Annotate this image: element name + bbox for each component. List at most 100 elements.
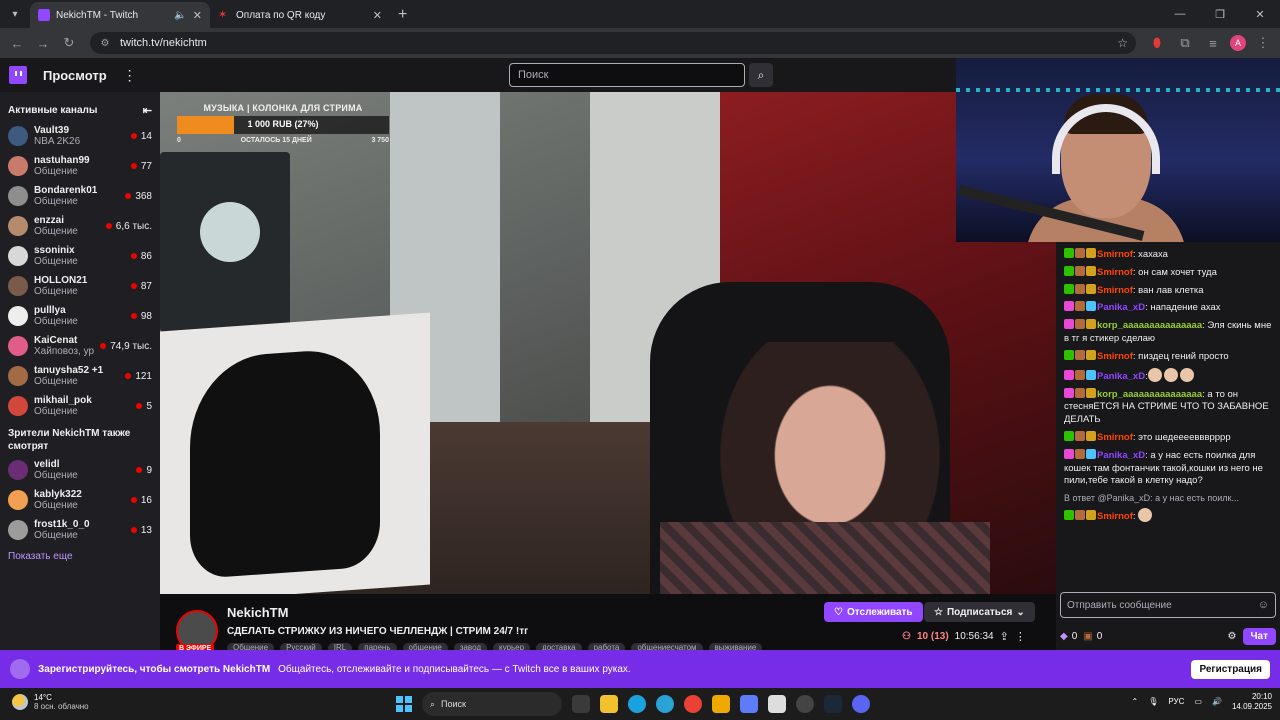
chat-input[interactable]: Отправить сообщение ☺: [1060, 592, 1276, 618]
app-icon[interactable]: [712, 695, 730, 713]
chat-message: korp_aaaaaaaaaaaaaaa: Эля скинь мне в тг…: [1064, 319, 1274, 346]
profile-avatar-icon[interactable]: A: [1230, 35, 1246, 51]
chat-username[interactable]: Smirnof: [1097, 285, 1133, 296]
new-tab-button[interactable]: +: [390, 6, 415, 28]
browser-tab-twitch[interactable]: NekichTM - Twitch 🔈 ✕: [30, 2, 210, 28]
browser-menu-icon[interactable]: ⋮: [1252, 32, 1274, 54]
browser-tab-qr[interactable]: ✶ Оплата по QR коду ✕: [210, 2, 390, 28]
address-bar[interactable]: ⚙ twitch.tv/nekichtm ☆: [90, 32, 1136, 54]
taskbar-search[interactable]: ⌕ Поиск: [422, 692, 562, 716]
follow-button[interactable]: ♡ Отслеживать: [824, 602, 923, 622]
edge-icon[interactable]: [628, 695, 646, 713]
collapse-sidebar-icon[interactable]: ⇤: [143, 104, 152, 117]
chat-username[interactable]: Smirnof: [1097, 249, 1133, 260]
chat-username[interactable]: Smirnof: [1097, 432, 1133, 443]
sidebar-channel[interactable]: mikhail_pok Общение 5: [0, 391, 160, 421]
telegram-icon[interactable]: [656, 695, 674, 713]
chat-username[interactable]: Panika_xD: [1097, 450, 1145, 461]
signup-button[interactable]: Регистрация: [1191, 659, 1270, 679]
discord-icon[interactable]: [852, 695, 870, 713]
extensions-puzzle-icon[interactable]: ⧉: [1174, 32, 1196, 54]
subscribe-button[interactable]: ☆ Подписаться ⌄: [924, 602, 1035, 622]
tray-overflow-icon[interactable]: ⌃: [1132, 697, 1139, 706]
mic-icon[interactable]: 🎙: [1148, 697, 1158, 706]
close-tab-icon[interactable]: ✕: [193, 9, 202, 22]
restore-icon[interactable]: ❐: [1200, 0, 1240, 28]
chat-text: : он сам хочет туда: [1132, 266, 1217, 278]
steam-icon[interactable]: [824, 695, 842, 713]
sidebar: Активные каналы ⇤ Vault39 NBA 2K26 14 nastu…: [0, 92, 160, 650]
language-indicator[interactable]: РУС: [1168, 697, 1184, 706]
chat-settings-icon[interactable]: ⚙: [1228, 631, 1237, 642]
chat-username[interactable]: korp_aaaaaaaaaaaaaaa: [1097, 320, 1202, 331]
sidebar-channel[interactable]: nastuhan99 Общение 77: [0, 151, 160, 181]
chat-username[interactable]: korp_aaaaaaaaaaaaaaa: [1097, 389, 1202, 400]
file-explorer-icon[interactable]: [600, 695, 618, 713]
reload-icon[interactable]: ↻: [58, 32, 80, 54]
chat-username[interactable]: Smirnof: [1097, 267, 1133, 278]
reading-list-icon[interactable]: ≡: [1202, 32, 1224, 54]
sidebar-channel[interactable]: ssoninix Общение 86: [0, 241, 160, 271]
url-text: twitch.tv/nekichtm: [120, 37, 207, 49]
close-tab-icon[interactable]: ✕: [373, 9, 382, 22]
clock[interactable]: 20:10 14.09.2025: [1232, 692, 1272, 711]
minimize-icon[interactable]: —: [1160, 0, 1200, 28]
follow-label: Отслеживать: [846, 606, 913, 618]
live-dot-icon: [136, 403, 143, 409]
tab-search-button[interactable]: ▾: [4, 3, 26, 25]
bookmark-star-icon[interactable]: ☆: [1117, 36, 1128, 50]
browse-link[interactable]: Просмотр: [43, 68, 107, 83]
network-icon[interactable]: ▭: [1194, 697, 1202, 706]
more-menu-icon[interactable]: ⋮: [123, 67, 137, 84]
site-info-icon[interactable]: ⚙: [98, 36, 112, 50]
streamer-name[interactable]: NekichTM: [227, 605, 288, 620]
close-window-icon[interactable]: ✕: [1240, 0, 1280, 28]
bits-balance[interactable]: ▣ 0: [1083, 631, 1102, 642]
emote-icon: [1138, 508, 1153, 523]
viewer-count: 9: [146, 464, 152, 476]
forward-icon[interactable]: →: [32, 32, 54, 54]
search-input[interactable]: [509, 63, 745, 87]
sidebar-channel[interactable]: frost1k_0_0 Общение 13: [0, 515, 160, 545]
chrome-icon[interactable]: [684, 695, 702, 713]
weather-widget[interactable]: 14°C 8 осн. облачно: [12, 693, 89, 711]
channel-avatar: [8, 276, 28, 296]
chat-username[interactable]: Smirnof: [1097, 351, 1133, 362]
share-icon[interactable]: ⇪: [1000, 630, 1009, 643]
chat-username[interactable]: Panika_xD: [1097, 371, 1145, 382]
task-view-icon[interactable]: [572, 695, 590, 713]
sidebar-channel[interactable]: tanuysha52 +1 Общение 121: [0, 361, 160, 391]
chat-send-button[interactable]: Чат: [1242, 627, 1276, 645]
chat-username[interactable]: Smirnof: [1097, 511, 1133, 522]
twitch-logo-icon[interactable]: [9, 66, 27, 84]
sidebar-channel[interactable]: HOLLON21 Общение 87: [0, 271, 160, 301]
video-player[interactable]: [160, 92, 1056, 594]
obs-icon[interactable]: [796, 695, 814, 713]
sidebar-channel[interactable]: KaiCenatХайповоз, уровень 23 74,9 тыс.: [0, 331, 160, 361]
chat-badge-icon: [1064, 369, 1074, 380]
sidebar-channel[interactable]: Vault39 NBA 2K26 14: [0, 121, 160, 151]
goal-target: 3 750: [371, 137, 389, 144]
search-icon[interactable]: ⌕: [749, 63, 773, 87]
points-icon: ◆: [1060, 630, 1068, 642]
back-icon[interactable]: ←: [6, 32, 28, 54]
show-more-link[interactable]: Показать еще: [0, 545, 160, 568]
extension-icon[interactable]: ⬮: [1146, 32, 1168, 54]
notes-app-icon[interactable]: [768, 695, 786, 713]
chat-username[interactable]: Panika_xD: [1097, 302, 1145, 313]
sidebar-channel[interactable]: pulllya Общение 98: [0, 301, 160, 331]
sidebar-channel[interactable]: kablyk322 Общение 16: [0, 485, 160, 515]
more-options-icon[interactable]: ⋮: [1015, 630, 1026, 643]
channel-points[interactable]: ◆ 0: [1060, 631, 1077, 642]
volume-icon[interactable]: 🔊: [1212, 697, 1222, 706]
sidebar-channel[interactable]: enzzai Общение 6,6 тыс.: [0, 211, 160, 241]
emote-picker-icon[interactable]: ☺: [1258, 599, 1269, 611]
sidebar-channel[interactable]: Bondarenk01 Общение 368: [0, 181, 160, 211]
speaker-icon[interactable]: 🔈: [174, 10, 186, 21]
windows-start-icon[interactable]: [396, 696, 412, 712]
stats-app-icon[interactable]: [740, 695, 758, 713]
chat-badge-icon: [1075, 283, 1085, 294]
donation-goal-overlay: МУЗЫКА | КОЛОНКА ДЛЯ СТРИМА 1 000 RUB (2…: [177, 103, 389, 144]
sidebar-channel[interactable]: velidl Общение 9: [0, 455, 160, 485]
chat-badge-icon: [1075, 265, 1085, 276]
